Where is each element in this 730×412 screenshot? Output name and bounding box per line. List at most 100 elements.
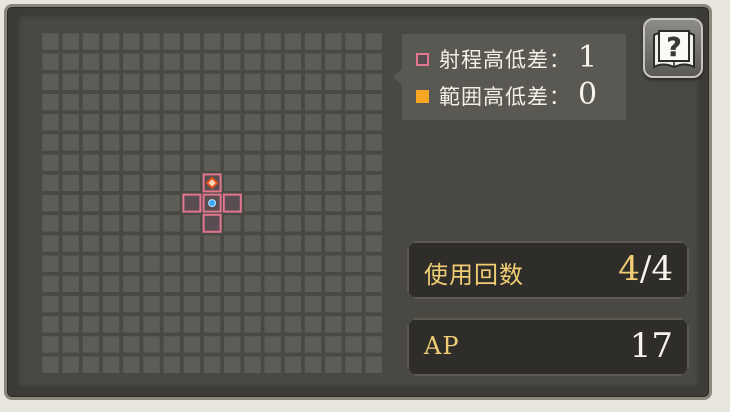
grid-cell [203, 234, 221, 253]
height-legend: 射程高低差： 1 範囲高低差： 0 [402, 34, 626, 120]
grid-cell [162, 52, 181, 71]
grid-cell [41, 32, 60, 51]
grid-cell [324, 194, 343, 212]
grid-cell [142, 315, 161, 334]
grid-cell [61, 355, 80, 374]
grid-cell [243, 73, 262, 91]
grid-cell [102, 315, 120, 334]
grid-cell [304, 214, 322, 233]
grid-cell [82, 52, 100, 71]
grid-cell [183, 214, 201, 233]
grid-cell [364, 153, 383, 172]
grid-cell [243, 275, 262, 293]
grid-cell [162, 275, 181, 293]
grid-cell [82, 315, 100, 334]
grid-cell [183, 93, 201, 111]
grid-cell [223, 93, 242, 111]
grid-cell [364, 174, 383, 192]
grid-cell [263, 153, 282, 172]
grid-cell [344, 174, 363, 192]
ap-panel: AP 17 [407, 318, 689, 376]
grid-cell [162, 174, 181, 192]
grid-cell [183, 113, 201, 132]
grid-cell [203, 315, 221, 334]
grid-cell [122, 194, 141, 212]
range-swatch-icon [416, 52, 429, 66]
grid-cell [203, 295, 221, 313]
grid-cell [364, 93, 383, 111]
grid-cell [324, 174, 343, 192]
grid-cell [263, 174, 282, 192]
grid-cell [344, 32, 363, 51]
grid-cell [102, 52, 120, 71]
grid-cell [284, 113, 302, 132]
grid-cell [243, 214, 262, 233]
grid-cell [82, 214, 100, 233]
grid-cell [203, 275, 221, 293]
grid-cell [223, 254, 242, 273]
grid-cell [304, 234, 322, 253]
grid-cell [183, 32, 201, 51]
grid-cell [61, 275, 80, 293]
grid-cell [344, 93, 363, 111]
grid-cell [162, 355, 181, 374]
grid-cell [41, 214, 60, 233]
grid-cell [243, 93, 262, 111]
grid-cell [162, 32, 181, 51]
grid-cell [223, 275, 242, 293]
grid-cell [223, 335, 242, 354]
grid-cell [304, 254, 322, 273]
ap-value: 17 [629, 326, 673, 366]
grid-cell [344, 113, 363, 132]
grid-cell [324, 93, 343, 111]
grid-cell [263, 133, 282, 152]
grid-cell [142, 234, 161, 253]
grid-cell [102, 133, 120, 152]
svg-text:?: ? [666, 33, 681, 63]
grid-cell [364, 194, 383, 212]
grid-cell [41, 73, 60, 91]
grid-cell [344, 254, 363, 273]
grid-cell [162, 234, 181, 253]
grid-cell [183, 275, 201, 293]
grid-cell [183, 73, 201, 91]
grid-cell [102, 275, 120, 293]
uses-count-value: 4/4 [618, 249, 673, 289]
grid-cell [223, 32, 242, 51]
grid-cell [82, 174, 100, 192]
grid-cell [364, 133, 383, 152]
grid-cell [142, 254, 161, 273]
grid-cell [41, 335, 60, 354]
grid-cell [203, 355, 221, 374]
grid-cell [324, 153, 343, 172]
grid-cell [243, 113, 262, 132]
grid-cell [324, 52, 343, 71]
grid-cell [344, 52, 363, 71]
range-grid [41, 32, 385, 376]
grid-cell [61, 73, 80, 91]
help-button[interactable]: ? [643, 18, 703, 78]
grid-cell [122, 113, 141, 132]
grid-cell [61, 52, 80, 71]
grid-cell [142, 275, 161, 293]
grid-cell [183, 153, 201, 172]
grid-cell [324, 355, 343, 374]
grid-cell [61, 153, 80, 172]
grid-cell [41, 174, 60, 192]
grid-cell [324, 113, 343, 132]
grid-cell [223, 234, 242, 253]
grid-cell [263, 32, 282, 51]
area-swatch-icon [416, 89, 429, 103]
grid-cell [324, 73, 343, 91]
grid-cell [324, 335, 343, 354]
grid-cell [162, 73, 181, 91]
grid-cell [61, 93, 80, 111]
grid-cell [364, 32, 383, 51]
grid-cell [364, 315, 383, 334]
grid-cell [142, 174, 161, 192]
grid-cell [223, 153, 242, 172]
grid-cell [223, 315, 242, 334]
grid-cell [304, 52, 322, 71]
grid-cell [263, 194, 282, 212]
grid-cell [324, 254, 343, 273]
